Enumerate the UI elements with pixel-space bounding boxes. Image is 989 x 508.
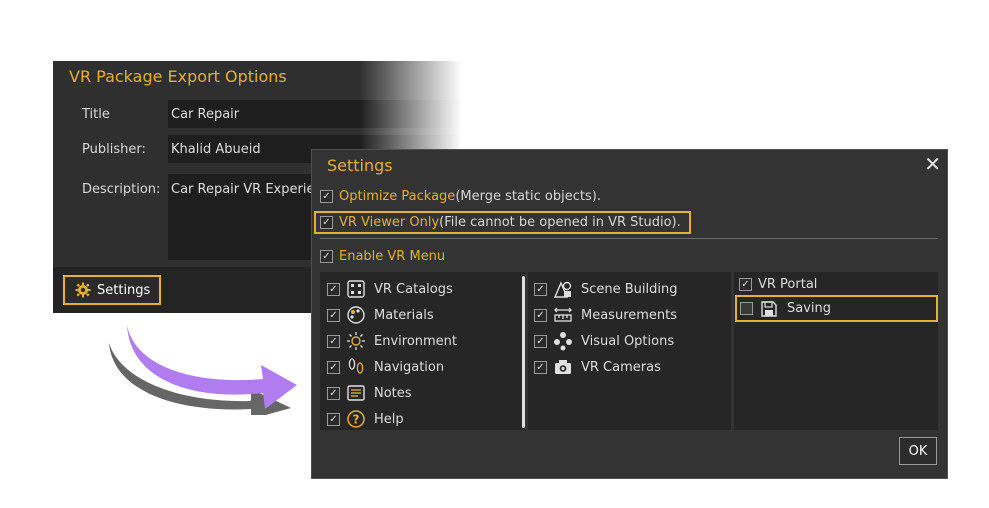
visual-options-label: Visual Options bbox=[581, 333, 675, 349]
environment-checkbox[interactable]: ✓ bbox=[327, 334, 340, 348]
enable-vr-menu-checkbox[interactable]: ✓ bbox=[320, 250, 333, 263]
notes-label: Notes bbox=[374, 385, 412, 401]
vr-catalogs-checkbox[interactable]: ✓ bbox=[327, 282, 340, 296]
enable-vr-menu-label: Enable VR Menu bbox=[339, 249, 446, 264]
menu-item-vr-cameras[interactable]: ✓ VR Cameras bbox=[534, 357, 661, 377]
help-icon: ? bbox=[346, 409, 366, 429]
menu-item-navigation[interactable]: ✓ Navigation bbox=[327, 357, 444, 377]
vr-viewer-only-checkbox[interactable]: ✓ bbox=[320, 216, 333, 229]
vr-cameras-label: VR Cameras bbox=[581, 359, 661, 375]
divider bbox=[320, 238, 938, 239]
settings-dialog-title: Settings bbox=[327, 156, 393, 175]
menu-item-measurements[interactable]: ✓ Measurements bbox=[534, 305, 677, 325]
close-icon[interactable]: ✕ bbox=[924, 152, 941, 176]
catalog-grid-icon bbox=[346, 279, 366, 299]
vr-portal-checkbox[interactable]: ✓ bbox=[739, 278, 752, 291]
export-dialog-title: VR Package Export Options bbox=[69, 67, 287, 86]
menu-item-help[interactable]: ✓ ? Help bbox=[327, 409, 404, 429]
settings-button[interactable]: Settings bbox=[63, 275, 161, 305]
materials-label: Materials bbox=[374, 307, 434, 323]
vr-cameras-checkbox[interactable]: ✓ bbox=[534, 360, 547, 374]
measurements-label: Measurements bbox=[581, 307, 678, 323]
vr-viewer-only-highlight: ✓ VR Viewer Only (File cannot be opened … bbox=[314, 211, 691, 234]
menu-item-notes[interactable]: ✓ Notes bbox=[327, 383, 412, 403]
description-label: Description: bbox=[82, 182, 161, 197]
vr-viewer-only-label: VR Viewer Only bbox=[339, 215, 440, 230]
notes-icon bbox=[346, 383, 366, 403]
vr-portal-label: VR Portal bbox=[758, 277, 818, 292]
menu-item-vr-catalogs[interactable]: ✓ VR Catalogs bbox=[327, 279, 453, 299]
menu-item-saving[interactable]: Saving bbox=[735, 295, 938, 322]
visual-options-icon bbox=[553, 331, 573, 351]
camera-icon bbox=[553, 357, 573, 377]
save-icon bbox=[759, 299, 779, 319]
footprints-icon bbox=[346, 357, 366, 377]
measurements-checkbox[interactable]: ✓ bbox=[534, 308, 547, 322]
ruler-icon bbox=[553, 305, 573, 325]
help-checkbox[interactable]: ✓ bbox=[327, 412, 340, 426]
settings-button-label: Settings bbox=[97, 282, 151, 298]
saving-checkbox[interactable] bbox=[740, 302, 753, 315]
environment-label: Environment bbox=[374, 333, 458, 349]
menu-item-environment[interactable]: ✓ Environment bbox=[327, 331, 457, 351]
optimize-package-option[interactable]: ✓ Optimize Package (Merge static objects… bbox=[320, 189, 601, 204]
navigation-label: Navigation bbox=[374, 359, 445, 375]
vr-viewer-only-option[interactable]: ✓ VR Viewer Only (File cannot be opened … bbox=[314, 211, 691, 234]
help-label: Help bbox=[374, 411, 404, 427]
menu-item-scene-building[interactable]: ✓ Scene Building bbox=[534, 279, 678, 299]
scrollbar[interactable] bbox=[522, 276, 525, 428]
menu-item-materials[interactable]: ✓ Materials bbox=[327, 305, 434, 325]
svg-text:?: ? bbox=[353, 413, 360, 427]
visual-options-checkbox[interactable]: ✓ bbox=[534, 334, 547, 348]
palette-icon bbox=[346, 305, 366, 325]
publisher-label: Publisher: bbox=[82, 142, 146, 157]
title-label: Title bbox=[82, 107, 110, 122]
optimize-package-note: (Merge static objects). bbox=[455, 189, 601, 204]
menu-item-vr-portal[interactable]: ✓ VR Portal bbox=[739, 277, 817, 292]
scene-building-checkbox[interactable]: ✓ bbox=[534, 282, 547, 296]
vr-viewer-only-note: (File cannot be opened in VR Studio). bbox=[439, 215, 681, 230]
enable-vr-menu-option[interactable]: ✓ Enable VR Menu bbox=[320, 249, 445, 264]
optimize-package-checkbox[interactable]: ✓ bbox=[320, 190, 333, 203]
saving-label: Saving bbox=[787, 301, 832, 316]
gear-icon bbox=[75, 282, 91, 298]
notes-checkbox[interactable]: ✓ bbox=[327, 386, 340, 400]
scene-building-label: Scene Building bbox=[581, 281, 678, 297]
ok-button[interactable]: OK bbox=[899, 437, 937, 465]
sun-icon bbox=[346, 331, 366, 351]
materials-checkbox[interactable]: ✓ bbox=[327, 308, 340, 322]
optimize-package-label: Optimize Package bbox=[339, 189, 456, 204]
vr-catalogs-label: VR Catalogs bbox=[374, 281, 453, 297]
settings-dialog: Settings ✕ ✓ Optimize Package (Merge sta… bbox=[311, 149, 948, 479]
menu-item-visual-options[interactable]: ✓ Visual Options bbox=[534, 331, 674, 351]
scene-building-icon bbox=[553, 279, 573, 299]
curved-arrow-icon bbox=[109, 325, 297, 415]
navigation-checkbox[interactable]: ✓ bbox=[327, 360, 340, 374]
